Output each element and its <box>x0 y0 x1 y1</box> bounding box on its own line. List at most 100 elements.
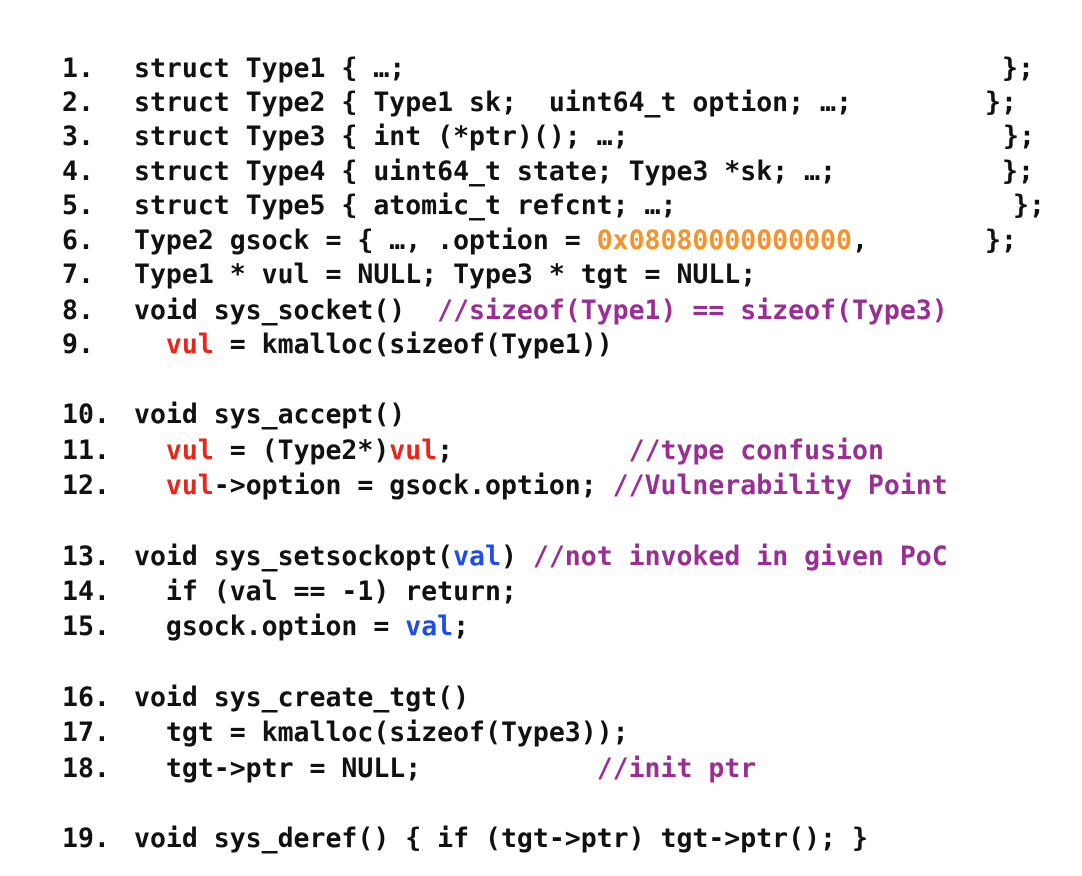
code-comment: //init ptr <box>596 753 757 784</box>
struct-closing-brace: }; <box>985 87 1017 118</box>
code-text: struct Type2 { Type1 sk; uint64_t option… <box>134 86 852 120</box>
code-token: struct Type4 { uint64_t state; Type3 *sk… <box>134 156 836 187</box>
code-token: tgt = kmalloc(sizeof(Type3)); <box>134 717 629 748</box>
code-line: 4. struct Type4 { uint64_t state; Type3 *… <box>0 155 1082 189</box>
code-line: 17. tgt = kmalloc(sizeof(Type3)); <box>0 716 1082 750</box>
code-line: 8. void sys_socket() //sizeof(Type1) == s… <box>0 294 1082 328</box>
code-text: void sys_setsockopt(val) //not invoked i… <box>134 540 948 574</box>
code-line: 7. Type1 * vul = NULL; Type3 * tgt = NULL… <box>0 258 1082 292</box>
code-text: if (val == -1) return; <box>134 575 517 609</box>
code-token: gsock.option = <box>134 611 406 642</box>
code-token: struct Type5 { atomic_t refcnt; …; <box>134 190 677 221</box>
code-text: void sys_socket() //sizeof(Type1) == siz… <box>134 294 948 328</box>
code-text: tgt = kmalloc(sizeof(Type3)); <box>134 716 629 750</box>
line-number: 3. <box>62 121 94 152</box>
code-text: void sys_deref() { if (tgt->ptr) tgt->pt… <box>134 822 868 856</box>
code-text: tgt->ptr = NULL; //init ptr <box>134 752 756 786</box>
code-line: 3. struct Type3 { int (*ptr)(); …;}; <box>0 120 1082 154</box>
line-number: 17. <box>62 717 110 748</box>
highlighted-variable: vul <box>165 329 214 360</box>
line-number: 12. <box>62 470 110 501</box>
code-line: 16. void sys_create_tgt() <box>0 681 1082 715</box>
code-token: ; <box>453 611 470 642</box>
struct-closing-brace: }; <box>1013 190 1045 221</box>
struct-closing-brace: }; <box>985 225 1017 256</box>
line-number: 16. <box>62 682 110 713</box>
code-token: void sys_deref() { if (tgt->ptr) tgt->pt… <box>134 823 868 854</box>
code-token: ) <box>500 541 533 572</box>
code-listing: 1. struct Type1 { …;}; 2. struct Type2 { Ty… <box>0 0 1082 876</box>
code-text: vul = (Type2*)vul; //type confusion <box>134 434 884 468</box>
code-token: = kmalloc(sizeof(Type1)) <box>213 329 613 360</box>
line-number: 18. <box>62 753 110 784</box>
code-token: void sys_accept() <box>134 399 406 430</box>
struct-closing-brace: }; <box>1002 156 1034 187</box>
line-number: 7. <box>62 259 94 290</box>
code-token: void sys_socket() <box>134 295 438 326</box>
highlighted-variable: vul <box>389 435 438 466</box>
code-token: ; <box>437 435 629 466</box>
code-text: struct Type5 { atomic_t refcnt; …; <box>134 189 676 223</box>
code-line: 9. vul = kmalloc(sizeof(Type1)) <box>0 328 1082 362</box>
line-number: 19. <box>62 823 110 854</box>
line-number: 10. <box>62 399 110 430</box>
line-number: 14. <box>62 576 110 607</box>
code-text: struct Type4 { uint64_t state; Type3 *sk… <box>134 155 836 189</box>
code-text: void sys_accept() <box>134 398 405 432</box>
code-comment: //not invoked in given PoC <box>532 541 948 572</box>
line-number: 2. <box>62 87 94 118</box>
struct-closing-brace: }; <box>1002 53 1034 84</box>
code-token: struct Type2 { Type1 sk; uint64_t option… <box>134 87 852 118</box>
line-number: 6. <box>62 225 94 256</box>
line-number: 15. <box>62 611 110 642</box>
code-line: 12. vul->option = gsock.option; //Vulner… <box>0 469 1082 503</box>
highlighted-parameter: val <box>453 541 501 572</box>
code-token: tgt->ptr = NULL; <box>134 753 597 784</box>
code-token: , <box>851 225 868 256</box>
highlighted-variable: vul <box>165 470 214 501</box>
line-number: 4. <box>62 156 94 187</box>
code-token: struct Type3 { int (*ptr)(); …; <box>134 121 629 152</box>
code-text: gsock.option = val; <box>134 610 469 644</box>
code-token: void sys_create_tgt() <box>134 682 470 713</box>
code-line: 10. void sys_accept() <box>0 398 1082 432</box>
code-text: struct Type3 { int (*ptr)(); …; <box>134 120 629 154</box>
code-token: = (Type2*) <box>213 435 390 466</box>
code-text: vul = kmalloc(sizeof(Type1)) <box>134 328 613 362</box>
code-text: Type2 gsock = { …, .option = 0x080800000… <box>134 224 868 258</box>
code-token: Type1 * vul = NULL; Type3 * tgt = NULL; <box>134 259 757 290</box>
code-text: struct Type1 { …; <box>134 52 405 86</box>
code-token: if (val == -1) return; <box>134 576 517 607</box>
line-number: 8. <box>62 295 94 326</box>
code-line: 1. struct Type1 { …;}; <box>0 52 1082 86</box>
highlighted-variable: vul <box>165 435 214 466</box>
code-text: void sys_create_tgt() <box>134 681 469 715</box>
code-comment: //type confusion <box>628 435 884 466</box>
code-token: ->option = gsock.option; <box>213 470 613 501</box>
code-line: 11. vul = (Type2*)vul; //type confusion <box>0 434 1082 468</box>
line-number: 11. <box>62 435 110 466</box>
code-line: 14. if (val == -1) return; <box>0 575 1082 609</box>
code-line: 15. gsock.option = val; <box>0 610 1082 644</box>
code-comment: //sizeof(Type1) == sizeof(Type3) <box>437 295 948 326</box>
code-token: void sys_setsockopt( <box>134 541 454 572</box>
code-comment: //Vulnerability Point <box>612 470 948 501</box>
highlighted-parameter: val <box>405 611 454 642</box>
code-text: vul->option = gsock.option; //Vulnerabil… <box>134 469 948 503</box>
struct-closing-brace: }; <box>1003 121 1035 152</box>
code-line: 2. struct Type2 { Type1 sk; uint64_t opti… <box>0 86 1082 120</box>
code-line: 19. void sys_deref() { if (tgt->ptr) tgt-… <box>0 822 1082 856</box>
line-number: 5. <box>62 190 94 221</box>
code-token: struct Type1 { …; <box>134 53 406 84</box>
highlighted-constant: 0x08080000000000 <box>596 225 852 256</box>
line-number: 9. <box>62 329 94 360</box>
code-line: 13. void sys_setsockopt(val) //not invoke… <box>0 540 1082 574</box>
line-number: 1. <box>62 53 94 84</box>
code-text: Type1 * vul = NULL; Type3 * tgt = NULL; <box>134 258 756 292</box>
code-line: 18. tgt->ptr = NULL; //init ptr <box>0 752 1082 786</box>
code-line: 5. struct Type5 { atomic_t refcnt; …;}; <box>0 189 1082 223</box>
line-number: 13. <box>62 541 110 572</box>
